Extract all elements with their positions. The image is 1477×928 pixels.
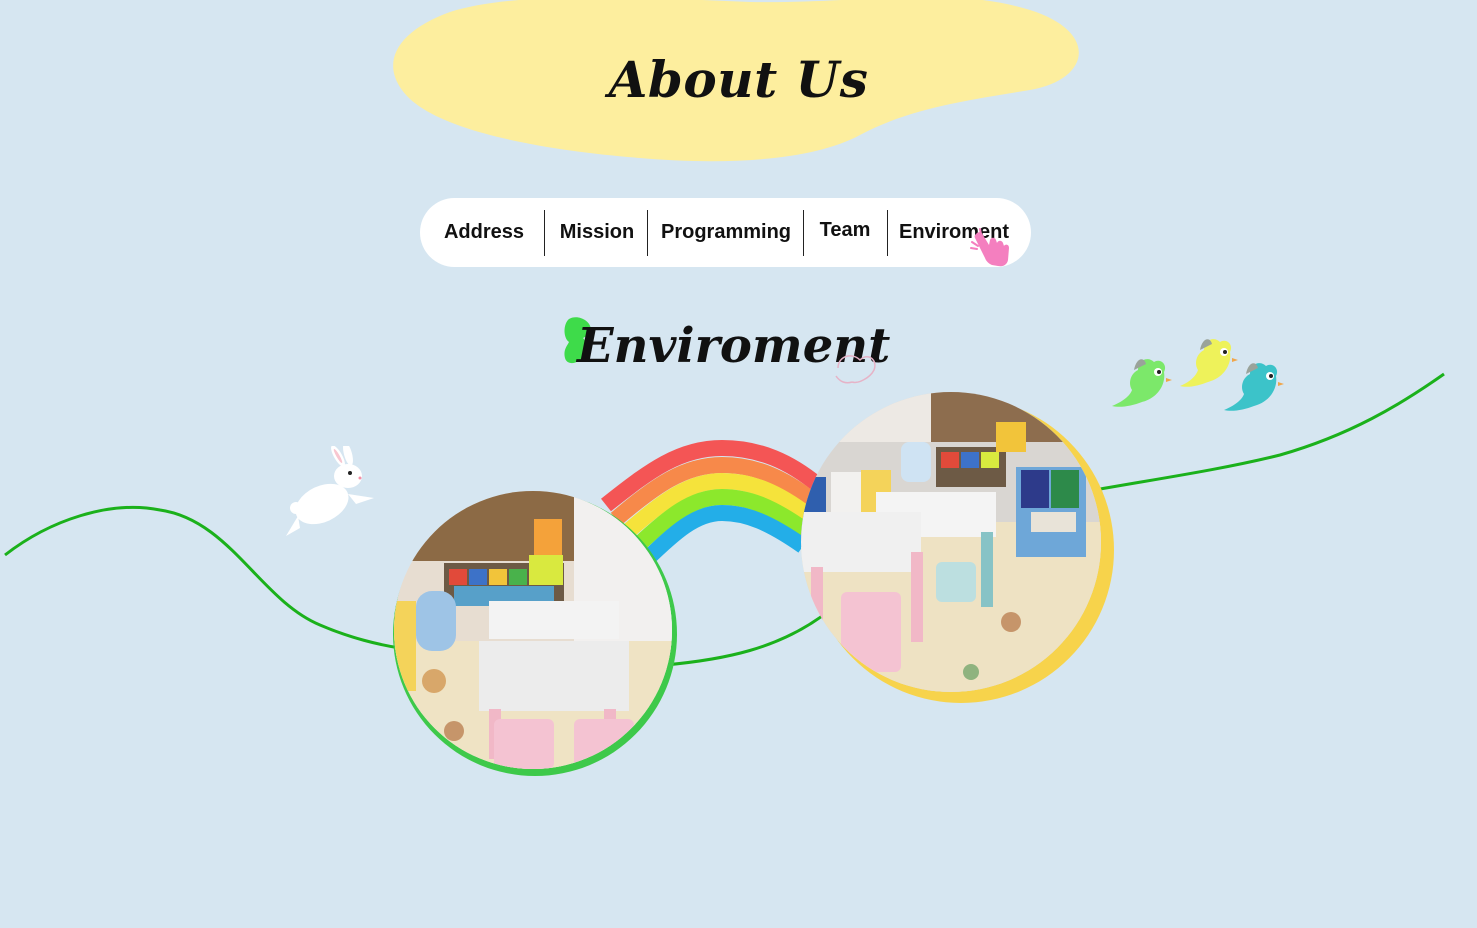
heart-doodle-icon	[835, 355, 876, 384]
classroom-photo-right	[801, 392, 1101, 692]
bird-icon-green	[1112, 359, 1172, 407]
bird-icon-teal	[1224, 363, 1284, 411]
environment-scene	[4, 372, 1445, 667]
rabbit-icon	[286, 446, 374, 536]
classroom-photo-left	[394, 491, 672, 769]
curvy-line-middle	[664, 608, 831, 667]
